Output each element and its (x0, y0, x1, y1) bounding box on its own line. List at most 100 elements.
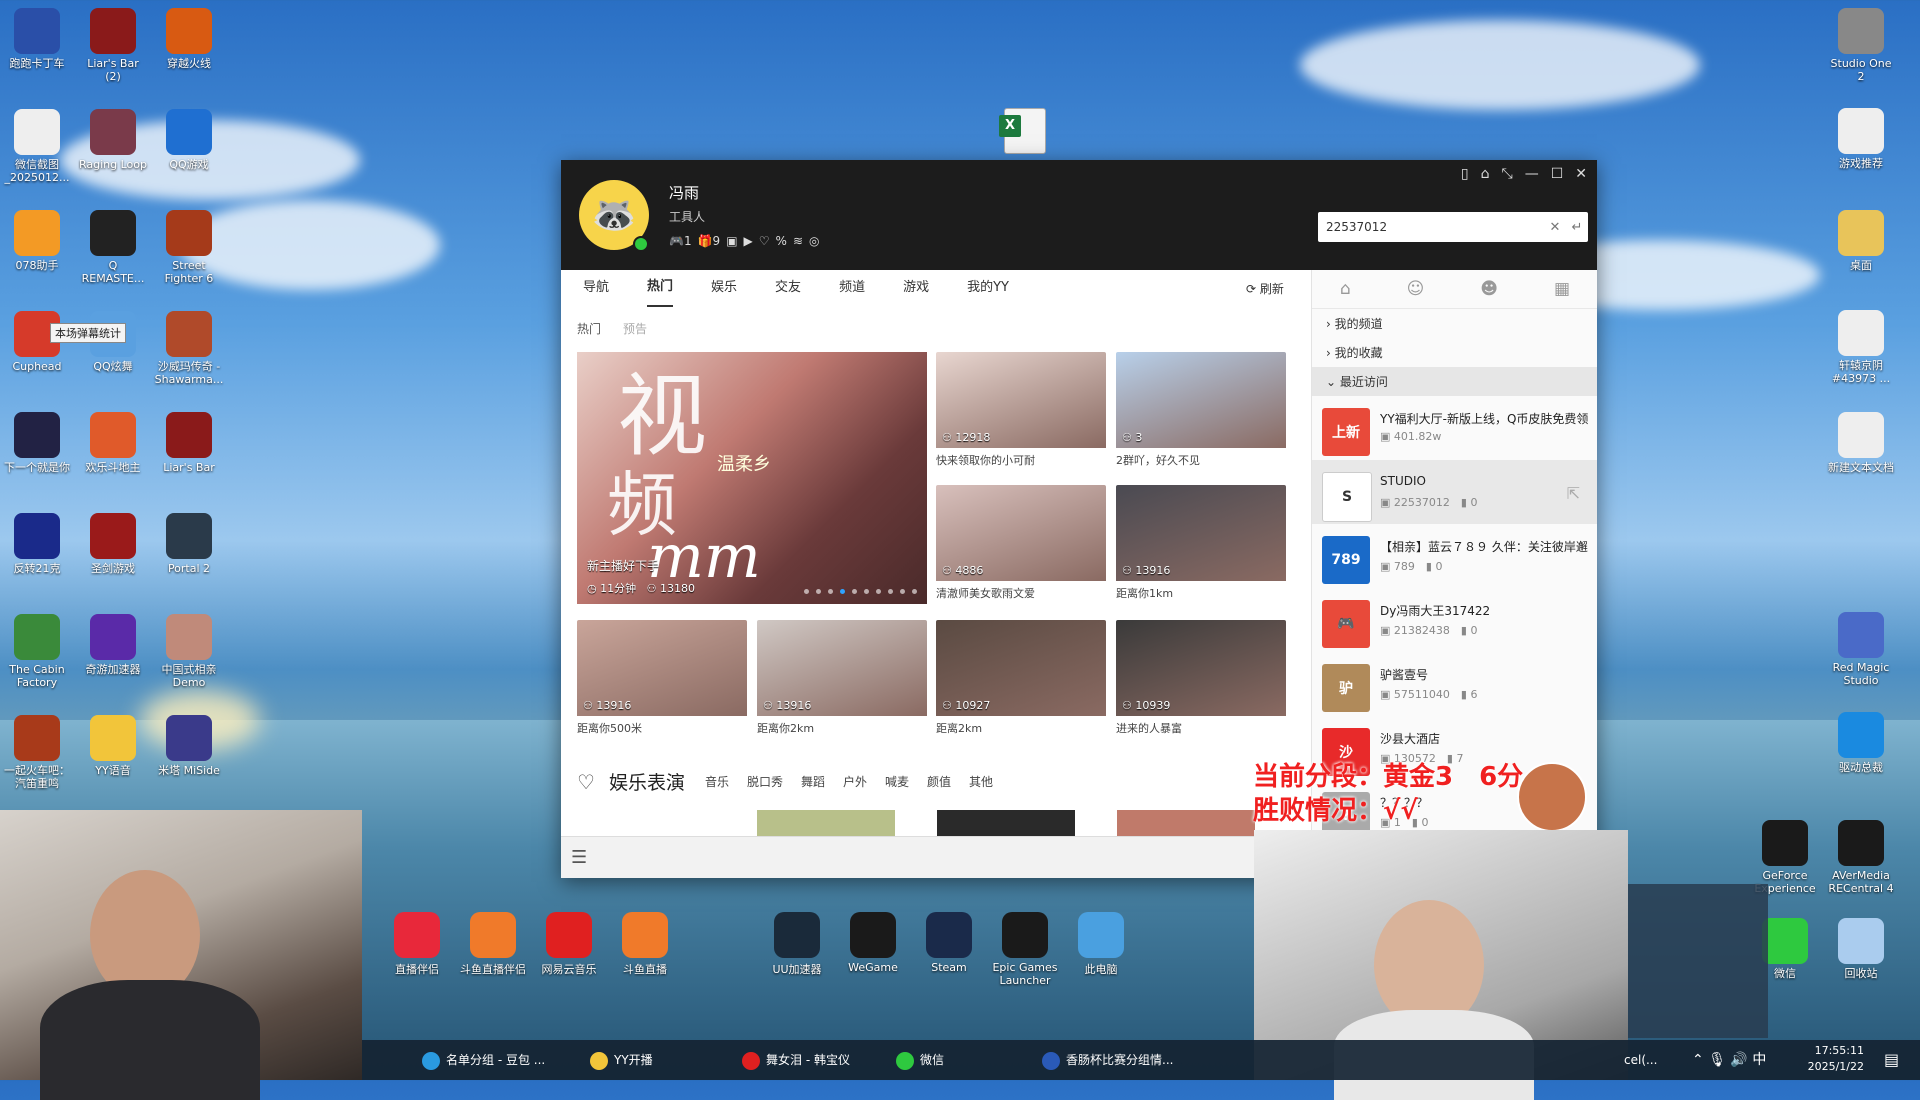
taskbar-app[interactable]: 舞女泪 - 韩宝仪 (742, 1040, 850, 1080)
ime-lang[interactable]: 中 (1752, 1052, 1766, 1068)
nav-tab[interactable]: 娱乐 (711, 270, 737, 306)
channel-card[interactable]: ⚇ 10927 距离2km (936, 620, 1106, 736)
maximize-icon[interactable]: ☐ (1551, 166, 1564, 182)
desktop-icon[interactable]: 下一个就是你 (2, 412, 72, 474)
nav-tab[interactable]: 游戏 (903, 270, 929, 306)
percent-icon[interactable]: % (776, 234, 787, 248)
recent-visits[interactable]: ⌄ 最近访问 (1312, 367, 1597, 396)
target-icon[interactable]: ◎ (809, 234, 819, 248)
friends-icon[interactable]: ☻ (1480, 279, 1498, 299)
clear-icon[interactable]: ✕ (1544, 220, 1566, 235)
apps-icon[interactable]: ▦ (1554, 279, 1570, 299)
desktop-icon[interactable]: Q REMASTE... (78, 210, 148, 285)
section-tab[interactable]: 户外 (843, 773, 867, 790)
recent-channel[interactable]: 🎮 Dy冯雨大王317422 ▣ 21382438 ▮ 0 (1312, 588, 1597, 652)
taskbar-app[interactable]: 微信 (896, 1040, 944, 1080)
desktop-icon[interactable]: 中国式相亲 Demo (154, 614, 224, 689)
desktop-icon[interactable]: AVerMedia RECentral 4 (1826, 820, 1896, 895)
channel-card[interactable]: ⚇ 13916 距离你2km (757, 620, 927, 736)
heart-icon[interactable]: ♡ (759, 234, 770, 248)
desktop-icon[interactable]: 新建文本文档 (1826, 412, 1896, 474)
desktop-app[interactable]: 网易云音乐 (532, 912, 606, 977)
desktop-icon[interactable]: 跑跑卡丁车 (2, 8, 72, 70)
channel-card[interactable]: ⚇ 12918 快来领取你的小可耐 (936, 352, 1106, 468)
peek-thumb[interactable] (937, 810, 1075, 836)
nav-tab[interactable]: 频道 (839, 270, 865, 306)
shrink-icon[interactable]: ⤡ (1502, 166, 1513, 182)
channel-card[interactable]: ⚇ 3 2群吖，好久不见 (1116, 352, 1286, 468)
shirt-icon[interactable]: ⌂ (1481, 166, 1490, 182)
carousel-dots[interactable] (804, 589, 917, 594)
close-icon[interactable]: ✕ (1575, 166, 1587, 182)
desktop-app[interactable]: UU加速器 (760, 912, 834, 977)
section-tab[interactable]: 喊麦 (885, 773, 909, 790)
my-channels[interactable]: › 我的频道 (1312, 309, 1597, 338)
desktop-icon[interactable]: 穿越火线 (154, 8, 224, 70)
desktop-app[interactable]: 直播伴侣 (380, 912, 454, 977)
section-tab[interactable]: 脱口秀 (747, 773, 783, 790)
desktop-icon[interactable]: Street Fighter 6 (154, 210, 224, 285)
coins-icon[interactable]: ≋ (793, 234, 803, 248)
share-icon[interactable]: ⇱ (1567, 484, 1580, 503)
desktop-app[interactable]: 斗鱼直播 (608, 912, 682, 977)
desktop-app[interactable]: Epic Games Launcher (988, 912, 1062, 987)
desktop-icon[interactable]: 圣剑游戏 (78, 513, 148, 575)
badge-icon[interactable]: ▣ (726, 234, 737, 248)
search-input[interactable] (1318, 213, 1544, 241)
desktop-app[interactable]: 此电脑 (1064, 912, 1138, 977)
channel-card[interactable]: ⚇ 13916 距离你500米 (577, 620, 747, 736)
desktop-icon[interactable]: Red Magic Studio (1826, 612, 1896, 687)
user-name[interactable]: 冯雨 (669, 182, 699, 203)
video-icon[interactable]: ▶ (744, 234, 753, 248)
featured-card[interactable]: 视 频 温柔乡 mm 新主播好下手 ◷ 11分钟 ⚇ 13180 (577, 352, 927, 604)
desktop-icon[interactable]: 078助手 (2, 210, 72, 272)
desktop-icon[interactable]: Portal 2 (154, 513, 224, 575)
subnav-preview[interactable]: 预告 (623, 320, 647, 337)
skin-icon[interactable]: ▯ (1461, 166, 1469, 182)
desktop-icon[interactable]: 轩辕京阴 #43973 ... (1826, 310, 1896, 385)
desktop-icon[interactable]: Liar's Bar (2) (78, 8, 148, 83)
desktop-icon[interactable]: 驱动总裁 (1826, 712, 1896, 774)
desktop-icon[interactable]: Liar's Bar (154, 412, 224, 474)
peek-thumb[interactable] (1117, 810, 1255, 836)
home-icon[interactable]: ⌂ (1340, 279, 1351, 299)
taskbar-app[interactable]: 香肠杯比赛分组情... (1042, 1040, 1173, 1080)
section-tab[interactable]: 音乐 (705, 773, 729, 790)
user-icon[interactable]: ☺ (1407, 279, 1425, 299)
clock[interactable]: 17:55:11 2025/1/22 (1808, 1043, 1864, 1075)
nav-tab[interactable]: 导航 (583, 270, 609, 306)
minimize-icon[interactable]: — (1525, 166, 1539, 182)
gamepad-icon[interactable]: 🎮1 (669, 234, 692, 248)
desktop-app[interactable]: 斗鱼直播伴侣 (456, 912, 530, 977)
nav-tab[interactable]: 交友 (775, 270, 801, 306)
desktop-icon[interactable]: 欢乐斗地主 (78, 412, 148, 474)
desktop-icon[interactable]: 奇游加速器 (78, 614, 148, 676)
desktop-icon[interactable]: 一起火车吧：汽笛重鸣 (2, 715, 72, 790)
recent-channel[interactable]: 上新 YY福利大厅-新版上线，Q币皮肤免费领 ▣ 401.82w (1312, 396, 1597, 460)
desktop-icon[interactable]: QQ游戏 (154, 109, 224, 171)
excel-file-icon[interactable]: X (999, 108, 1046, 154)
speaker-icon[interactable]: 🔊 (1730, 1052, 1747, 1068)
nav-tab[interactable]: 我的YY (967, 270, 1009, 306)
peek-thumb[interactable] (757, 810, 895, 836)
desktop-icon[interactable]: The Cabin Factory (2, 614, 72, 689)
notification-icon[interactable]: ▤ (1884, 1040, 1899, 1080)
desktop-app[interactable]: Steam (912, 912, 986, 974)
recent-channel[interactable]: 驴驴酱壹号 ▣ 57511040 ▮ 6 (1312, 652, 1597, 716)
desktop-icon[interactable]: 沙威玛传奇 - Shawarma... (154, 311, 224, 386)
recent-channel[interactable]: S STUDIO ▣ 22537012 ▮ 0 ⇱ (1312, 460, 1597, 524)
gift-icon[interactable]: 🎁9 (698, 234, 721, 248)
desktop-icon[interactable]: Studio One 2 (1826, 8, 1896, 83)
desktop-icon[interactable]: 反转21克 (2, 513, 72, 575)
desktop-icon[interactable]: Raging Loop (78, 109, 148, 171)
my-favorites[interactable]: › 我的收藏 (1312, 338, 1597, 367)
desktop-app[interactable]: WeGame (836, 912, 910, 974)
section-tab[interactable]: 颜值 (927, 773, 951, 790)
taskbar-app[interactable]: YY开播 (590, 1040, 653, 1080)
desktop-icon[interactable]: 游戏推荐 (1826, 108, 1896, 170)
desktop-icon[interactable]: YY语音 (78, 715, 148, 777)
enter-icon[interactable]: ↵ (1566, 220, 1588, 235)
channel-card[interactable]: ⚇ 4886 清澈师美女歌雨文爱 (936, 485, 1106, 601)
channel-card[interactable]: ⚇ 10939 进来的人暴富 (1116, 620, 1286, 736)
refresh-button[interactable]: ⟳ 刷新 (1246, 280, 1284, 297)
